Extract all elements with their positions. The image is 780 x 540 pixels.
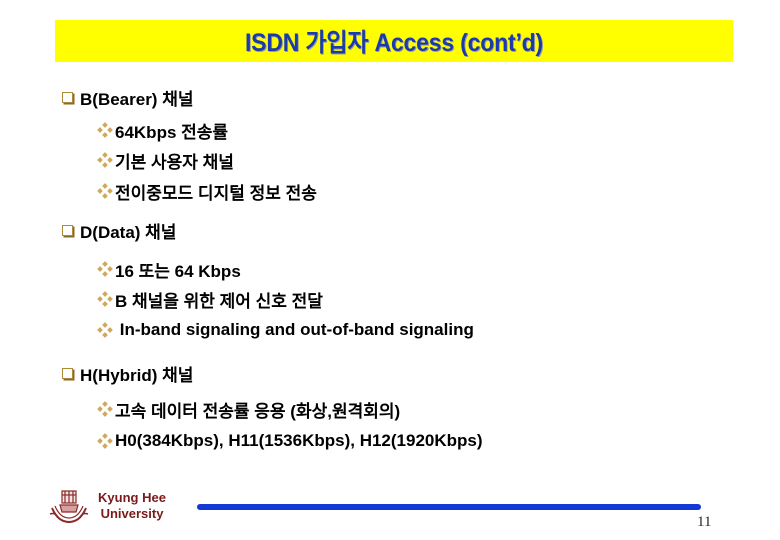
section-heading-data: D(Data) 채널 [62,219,177,242]
section-heading-bearer: B(Bearer) 채널 [62,86,194,109]
section-heading-text: D(Data) 채널 [80,222,177,242]
section-heading-hybrid: H(Hybrid) 채널 [62,362,194,385]
list-item-text: 고속 데이터 전송률 응용 (화상,원격회의) [115,401,401,421]
list-item-text: B 채널을 위한 제어 신호 전달 [115,291,323,311]
footer-divider [197,504,701,510]
list-item: 고속 데이터 전송률 응용 (화상,원격회의) [97,398,401,421]
section-heading-text: B(Bearer) 채널 [80,89,194,109]
list-item: 기본 사용자 채널 [97,149,234,172]
diamond-bullet-icon [97,122,113,138]
list-item: In-band signaling and out-of-band signal… [97,319,474,341]
list-item-text: In-band signaling and out-of-band signal… [115,320,474,339]
square-bullet-icon [62,225,73,236]
university-emblem-icon [48,488,90,526]
list-item-text: 64Kbps 전송률 [115,122,229,142]
list-item: B 채널을 위한 제어 신호 전달 [97,288,323,311]
diamond-bullet-icon [97,261,113,277]
list-item: H0(384Kbps), H11(1536Kbps), H12(1920Kbps… [97,430,483,452]
diamond-bullet-icon [97,322,113,338]
list-item-text: H0(384Kbps), H11(1536Kbps), H12(1920Kbps… [115,431,483,450]
diamond-bullet-icon [97,291,113,307]
diamond-bullet-icon [97,183,113,199]
diamond-bullet-icon [97,401,113,417]
diamond-bullet-icon [97,433,113,449]
diamond-bullet-icon [97,152,113,168]
section-heading-text: H(Hybrid) 채널 [80,365,194,385]
list-item: 전이중모드 디지털 정보 전송 [97,180,317,203]
list-item-text: 16 또는 64 Kbps [115,261,241,281]
square-bullet-icon [62,368,73,379]
university-name: Kyung Hee University [92,490,172,522]
list-item: 64Kbps 전송률 [97,119,229,142]
university-name-line2: University [100,506,164,521]
list-item-text: 기본 사용자 채널 [115,152,234,172]
page-number: 11 [697,514,712,530]
list-item: 16 또는 64 Kbps [97,258,241,281]
list-item-text: 전이중모드 디지털 정보 전송 [115,183,317,203]
slide-content: B(Bearer) 채널 64Kbps 전송률 기본 사용자 채널 전이중모드 … [0,0,780,480]
university-name-line1: Kyung Hee [98,490,166,505]
square-bullet-icon [62,92,73,103]
